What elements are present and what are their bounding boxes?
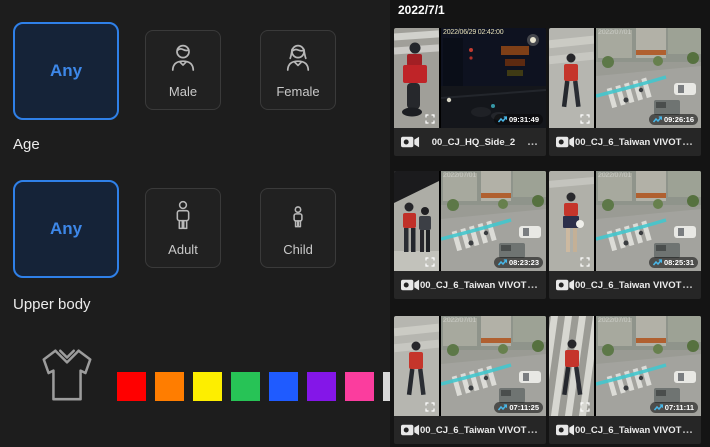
event-time-badge: 09:26:16 xyxy=(649,114,698,125)
more-options-button[interactable]: … xyxy=(527,137,539,147)
result-card[interactable]: 2022/06/29 02:42:00 09:31:49 00_CJ_HQ_Si… xyxy=(394,28,546,156)
event-time-badge: 08:25:31 xyxy=(649,257,698,268)
person-snapshot-thumbnail[interactable] xyxy=(394,171,439,271)
age-option-adult[interactable]: Adult xyxy=(145,188,221,268)
fullscreen-icon xyxy=(580,402,590,412)
more-options-button[interactable]: … xyxy=(682,425,694,435)
scene-thumbnail[interactable]: 2022/07/01 08:25:31 xyxy=(596,171,701,271)
camera-icon xyxy=(401,135,420,149)
fullscreen-icon xyxy=(425,402,435,412)
age-adult-label: Adult xyxy=(168,242,198,257)
result-card[interactable]: 2022/07/01 07:11:11 00_CJ_6_Taiwan VIVOT… xyxy=(549,316,701,444)
fullscreen-icon xyxy=(580,257,590,267)
color-swatch-orange[interactable] xyxy=(155,372,184,401)
more-options-button[interactable]: … xyxy=(682,280,694,290)
fullscreen-icon xyxy=(425,257,435,267)
scene-thumbnail[interactable]: 2022/06/29 02:42:00 09:31:49 xyxy=(441,28,546,128)
camera-name: 00_CJ_6_Taiwan VIVOTEK HQ_6F xyxy=(575,280,682,291)
video-osd-timestamp: 2022/07/01 xyxy=(443,172,476,179)
shirt-icon xyxy=(36,340,98,413)
female-icon xyxy=(281,41,315,80)
video-osd-timestamp: 2022/07/01 xyxy=(598,29,631,36)
color-swatch-green[interactable] xyxy=(231,372,260,401)
age-option-any[interactable]: Any xyxy=(13,180,119,278)
search-results-panel: 2022/7/1 2022/06/29 02:42:00 09:31:49 xyxy=(390,0,710,447)
scene-thumbnail[interactable]: 2022/07/01 07:11:11 xyxy=(596,316,701,416)
fullscreen-icon xyxy=(580,114,590,124)
filter-panel: Any Male xyxy=(0,0,390,447)
gender-option-male[interactable]: Male xyxy=(145,30,221,110)
trend-icon xyxy=(653,116,662,124)
camera-icon xyxy=(556,135,575,149)
more-options-button[interactable]: … xyxy=(682,137,694,147)
scene-thumbnail[interactable]: 2022/07/01 08:23:23 xyxy=(441,171,546,271)
scene-thumbnail[interactable]: 2022/07/01 09:26:16 xyxy=(596,28,701,128)
person-snapshot-thumbnail[interactable] xyxy=(394,28,439,128)
more-options-button[interactable]: … xyxy=(527,425,539,435)
result-card[interactable]: 2022/07/01 08:25:31 00_CJ_6_Taiwan VIVOT… xyxy=(549,171,701,299)
video-osd-timestamp: 2022/07/01 xyxy=(598,317,631,324)
event-time-badge: 07:11:11 xyxy=(650,402,698,413)
result-card[interactable]: 2022/07/01 09:26:16 00_CJ_6_Taiwan VIVOT… xyxy=(549,28,701,156)
trend-icon xyxy=(498,116,507,124)
color-swatch-yellow[interactable] xyxy=(193,372,222,401)
video-osd-timestamp: 2022/06/29 02:42:00 xyxy=(443,29,503,36)
result-card[interactable]: 2022/07/01 07:11:25 00_CJ_6_Taiwan VIVOT… xyxy=(394,316,546,444)
adult-icon xyxy=(166,199,200,238)
camera-icon xyxy=(556,423,575,437)
male-icon xyxy=(166,41,200,80)
gender-option-female[interactable]: Female xyxy=(260,30,336,110)
person-snapshot-thumbnail[interactable] xyxy=(394,316,439,416)
camera-icon xyxy=(401,423,420,437)
person-snapshot-thumbnail[interactable] xyxy=(549,28,594,128)
person-snapshot-thumbnail[interactable] xyxy=(549,316,594,416)
video-osd-timestamp: 2022/07/01 xyxy=(443,317,476,324)
child-icon xyxy=(281,199,315,238)
color-swatch-purple[interactable] xyxy=(307,372,336,401)
upper-body-section-label: Upper body xyxy=(13,296,91,313)
age-section-label: Age xyxy=(13,136,40,153)
age-option-child[interactable]: Child xyxy=(260,188,336,268)
upper-body-color-row xyxy=(117,372,390,401)
trend-icon xyxy=(654,404,663,412)
color-swatch-blue[interactable] xyxy=(269,372,298,401)
camera-name: 00_CJ_6_Taiwan VIVOTEK HQ_6F xyxy=(420,425,527,436)
trend-icon xyxy=(498,259,507,267)
video-osd-timestamp: 2022/07/01 xyxy=(598,172,631,179)
scene-thumbnail[interactable]: 2022/07/01 07:11:25 xyxy=(441,316,546,416)
gender-option-any[interactable]: Any xyxy=(13,22,119,120)
event-time-badge: 07:11:25 xyxy=(494,402,543,413)
more-options-button[interactable]: … xyxy=(527,280,539,290)
camera-icon xyxy=(401,278,420,292)
person-snapshot-thumbnail[interactable] xyxy=(549,171,594,271)
gender-female-label: Female xyxy=(276,84,319,99)
camera-icon xyxy=(556,278,575,292)
trend-icon xyxy=(653,259,662,267)
color-swatch-pink[interactable] xyxy=(345,372,374,401)
gender-male-label: Male xyxy=(169,84,197,99)
fullscreen-icon xyxy=(425,114,435,124)
color-swatch-red[interactable] xyxy=(117,372,146,401)
camera-name: 00_CJ_6_Taiwan VIVOTEK HQ_6F xyxy=(575,137,682,148)
event-time-badge: 08:23:23 xyxy=(494,257,543,268)
camera-name: 00_CJ_HQ_Side_2 xyxy=(420,137,527,148)
result-card[interactable]: 2022/07/01 08:23:23 00_CJ_6_Taiwan VIVOT… xyxy=(394,171,546,299)
event-time-badge: 09:31:49 xyxy=(494,114,543,125)
color-swatch-white[interactable] xyxy=(383,372,390,401)
results-date-header: 2022/7/1 xyxy=(398,3,445,17)
camera-name: 00_CJ_6_Taiwan VIVOTEK HQ_6F xyxy=(420,280,527,291)
camera-name: 00_CJ_6_Taiwan VIVOTEK HQ_6F xyxy=(575,425,682,436)
age-child-label: Child xyxy=(283,242,313,257)
trend-icon xyxy=(498,404,507,412)
app-window: Any Male xyxy=(0,0,710,447)
